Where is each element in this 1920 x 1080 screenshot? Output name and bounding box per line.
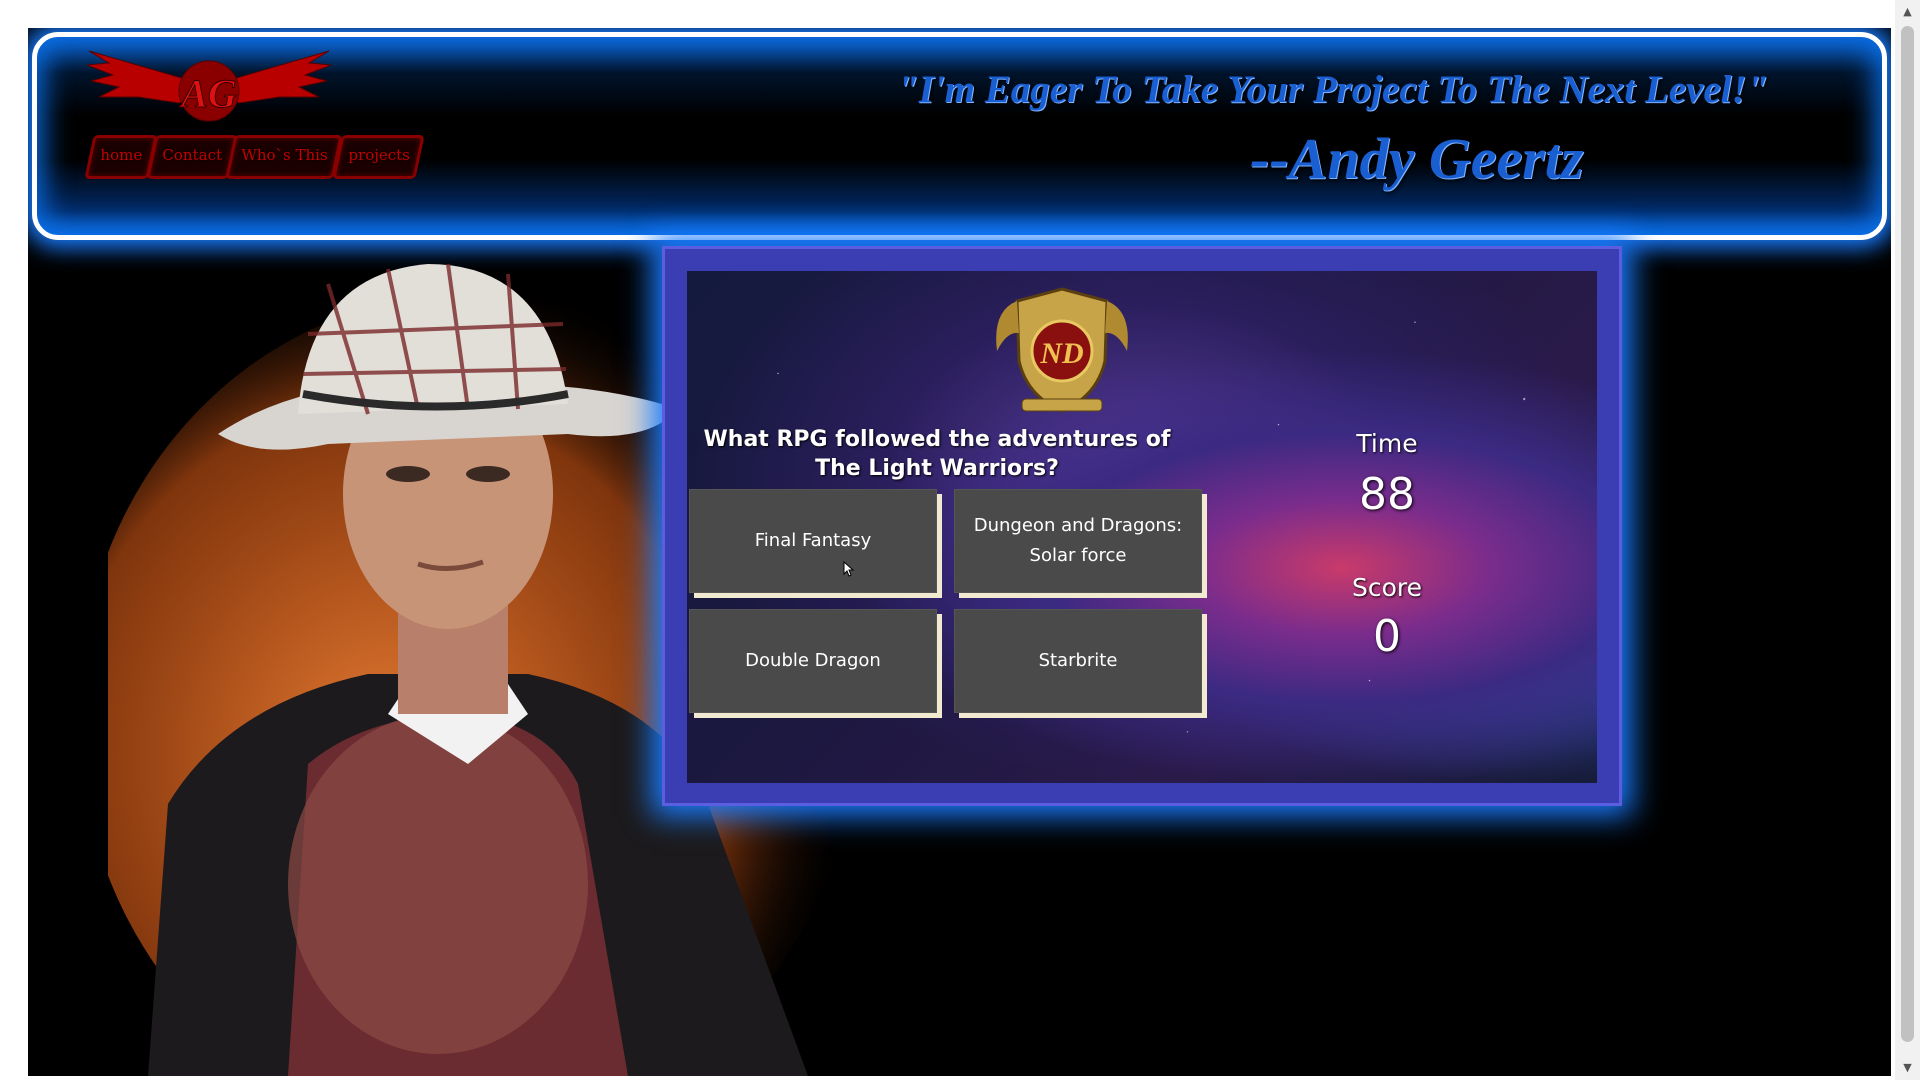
nav-contact-label: Contact [162, 146, 222, 164]
nav-contact[interactable]: Contact [146, 135, 238, 179]
header-author: --Andy Geertz [1250, 126, 1584, 191]
answer-button-1[interactable]: Final Fantasy [689, 489, 937, 593]
header-quote: "I'm Eager To Take Your Project To The N… [897, 68, 1769, 111]
nav-whos-this[interactable]: Who`s This [225, 135, 344, 179]
nav-whos-this-label: Who`s This [241, 146, 329, 164]
answer-3-label: Double Dragon [745, 650, 881, 671]
score-label: Score [1351, 573, 1423, 602]
answer-2-label: Dungeon and Dragons: Solar force [973, 515, 1183, 566]
logo-text: AG [178, 71, 237, 116]
nav-home-label: home [100, 146, 143, 164]
nav-home[interactable]: home [84, 135, 158, 179]
page-viewport: AG home Contact Who`s This projects "I'm… [28, 28, 1891, 1076]
answer-button-2[interactable]: Dungeon and Dragons: Solar force [954, 489, 1202, 593]
scrollbar-thumb[interactable] [1901, 26, 1914, 1042]
time-value: 88 [1359, 469, 1415, 520]
question-text: What RPG followed the adventures of The … [703, 427, 1171, 481]
quiz-game-board: ND What RPG followed the adventures of T… [687, 271, 1597, 783]
scroll-up-arrow-icon[interactable]: ▲ [1895, 0, 1920, 24]
score-value: 0 [1373, 611, 1401, 662]
mouse-cursor-icon [843, 561, 855, 577]
main-nav: home Contact Who`s This projects [84, 135, 425, 179]
nav-projects-label: projects [348, 146, 410, 164]
answer-4-label: Starbrite [1038, 650, 1118, 671]
site-header: AG home Contact Who`s This projects "I'm… [32, 32, 1887, 240]
vertical-scrollbar[interactable]: ▲ ▼ [1895, 0, 1920, 1080]
crest-logo: ND [996, 287, 1128, 413]
answer-button-4[interactable]: Starbrite [954, 609, 1202, 713]
time-label: Time [1356, 429, 1418, 458]
scroll-down-arrow-icon[interactable]: ▼ [1895, 1056, 1920, 1080]
crest-text: ND [1039, 337, 1083, 370]
quiz-game-frame: ND What RPG followed the adventures of T… [662, 246, 1622, 806]
answer-button-3[interactable]: Double Dragon [689, 609, 937, 713]
answer-1-label: Final Fantasy [754, 530, 872, 551]
ag-logo: AG [86, 50, 332, 122]
nav-projects[interactable]: projects [331, 135, 425, 179]
